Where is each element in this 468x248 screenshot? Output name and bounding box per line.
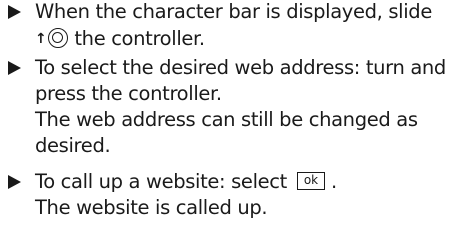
arrow-up-icon: ↑ [35,30,47,47]
step-2-result-line-1: The web address can still be changed as [35,108,418,131]
step-3-result-line-1: The website is called up. [35,196,268,219]
step-bullet-icon [8,61,21,75]
step-3-text-label: To call up a website: select [35,170,287,193]
step-2-result-line-2: desired. [35,134,111,157]
step-1-text-line-1: When the character bar is displayed, sli… [35,0,432,23]
step-3-text-period: . [330,170,337,193]
controller-icon [48,27,69,48]
step-3-text-line-1: To call up a website: select ok. [35,170,337,194]
ok-button-symbol: ok [296,171,325,190]
step-2-text-line-2: press the controller. [35,82,222,105]
step-1-text-line-2: ↑ the controller. [35,27,205,52]
instruction-page: When the character bar is displayed, sli… [0,0,468,248]
step-bullet-icon [8,175,21,189]
step-2-text-line-1: To select the desired web address: turn … [35,56,446,79]
step-bullet-icon [8,5,21,19]
step-1-text-line-2-label: the controller. [74,27,205,50]
